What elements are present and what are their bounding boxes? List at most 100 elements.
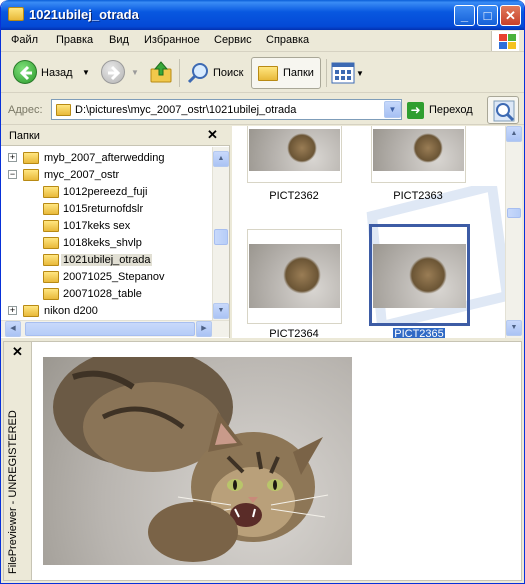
folders-pane-header: Папки ✕ (1, 126, 230, 146)
folder-icon (23, 305, 39, 317)
up-folder-button[interactable] (147, 57, 175, 89)
tree-item-label: 20071025_Stepanov (63, 271, 165, 283)
tree-item-label: 20071028_table (63, 288, 142, 300)
folder-icon (43, 288, 59, 300)
scroll-thumb[interactable] (25, 322, 195, 336)
previewer-label: FilePreviewer - UNREGISTERED (7, 410, 19, 574)
thumbnails-vertical-scrollbar[interactable]: ▲ ▼ (505, 126, 522, 338)
folders-icon (258, 66, 278, 81)
menu-help[interactable]: Справка (266, 34, 309, 46)
folders-pane: Папки ✕ + myb_2007_afterwedding − myc_20… (1, 126, 230, 338)
tree-item-label: nikon d200 (44, 305, 98, 317)
menu-favorites[interactable]: Избранное (144, 34, 200, 46)
expand-icon[interactable]: + (8, 306, 17, 315)
tree-item-label: 1018keks_shvlp (63, 237, 142, 249)
scroll-down-icon[interactable]: ▼ (506, 320, 522, 336)
folder-icon (43, 186, 59, 198)
maximize-button[interactable]: □ (477, 5, 498, 26)
tree-item[interactable]: 1018keks_shvlp (1, 235, 211, 252)
tree-item[interactable]: 20071028_table (1, 286, 211, 303)
address-bar: Адрес: D:\pictures\myc_2007_ostr\1021ubi… (1, 94, 524, 125)
window-title: 1021ubilej_otrada (29, 7, 139, 22)
expand-icon[interactable]: + (8, 153, 17, 162)
tree-item-label: myb_2007_afterwedding (44, 152, 165, 164)
up-folder-icon (150, 61, 172, 83)
search-icon (187, 63, 208, 84)
folders-vertical-scrollbar[interactable]: ▲ ▼ (212, 147, 229, 320)
previewer-side-strip: ✕ FilePreviewer - UNREGISTERED (4, 342, 32, 580)
folder-icon (23, 169, 39, 181)
tree-item[interactable]: + myb_2007_afterwedding (1, 150, 211, 167)
collapse-icon[interactable]: − (8, 170, 17, 179)
minimize-button[interactable]: _ (454, 5, 475, 26)
thumbnail-frame[interactable] (247, 229, 342, 324)
tree-item-label: 1015returnofdslr (63, 203, 144, 215)
back-arrow-icon (13, 60, 37, 84)
close-icon[interactable]: ✕ (207, 127, 218, 143)
address-dropdown-icon[interactable]: ▼ (384, 101, 401, 118)
magnifier-icon (493, 100, 515, 122)
go-button[interactable]: Переход (429, 104, 473, 116)
scroll-thumb[interactable] (214, 229, 228, 245)
tree-item[interactable]: 1017keks sex (1, 218, 211, 235)
scroll-thumb[interactable] (507, 208, 521, 218)
address-label: Адрес: (8, 104, 43, 116)
menu-edit[interactable]: Правка (56, 34, 93, 46)
address-input[interactable]: D:\pictures\myc_2007_ostr\1021ubilej_otr… (51, 99, 402, 120)
forward-dropdown-icon[interactable]: ▼ (131, 68, 139, 77)
thumbnail-frame-selected[interactable] (369, 224, 470, 326)
tree-item-label: 1021ubilej_otrada (61, 254, 153, 266)
title-bar[interactable]: 1021ubilej_otrada _ □ ✕ (1, 0, 524, 30)
thumbnail-label[interactable]: PICT2363 (368, 190, 468, 202)
cat-thumbnail-image (373, 244, 466, 308)
search-button[interactable]: Поиск (185, 57, 247, 89)
views-button[interactable]: ▼ (331, 57, 365, 89)
folder-open-icon (43, 254, 59, 266)
cat-preview-image (43, 357, 352, 565)
folders-horizontal-scrollbar[interactable]: ◀ ▶ (1, 320, 229, 337)
back-label: Назад (41, 67, 73, 79)
back-button[interactable]: Назад ▼ (9, 57, 95, 89)
thumbnail-frame[interactable] (247, 126, 342, 183)
file-previewer-button[interactable] (487, 96, 519, 124)
folders-pane-title: Папки (9, 130, 40, 142)
thumbnail-label[interactable]: PICT2362 (244, 190, 344, 202)
forward-button[interactable]: ▼ (99, 57, 141, 89)
windows-logo-icon (491, 31, 519, 51)
tree-item[interactable]: 1012pereezd_fuji (1, 184, 211, 201)
address-path: D:\pictures\myc_2007_ostr\1021ubilej_otr… (75, 104, 297, 116)
folders-button[interactable]: Папки (251, 57, 321, 89)
preview-pane: ✕ FilePreviewer - UNREGISTERED (3, 341, 522, 581)
menu-tools[interactable]: Сервис (214, 34, 252, 46)
scroll-right-icon[interactable]: ▶ (196, 321, 212, 337)
tree-item-label: myc_2007_ostr (44, 169, 120, 181)
folder-icon (43, 220, 59, 232)
back-dropdown-icon[interactable]: ▼ (82, 68, 90, 77)
tree-item[interactable]: − myc_2007_ostr (1, 167, 211, 184)
views-dropdown-icon[interactable]: ▼ (356, 69, 364, 78)
scroll-left-icon[interactable]: ◀ (5, 321, 21, 337)
menu-file[interactable]: Файл (11, 34, 38, 46)
tree-item-label: 1017keks sex (63, 220, 131, 232)
views-grid-icon (331, 62, 355, 84)
menu-view[interactable]: Вид (109, 34, 129, 46)
scroll-up-icon[interactable]: ▲ (506, 126, 522, 142)
tree-item[interactable]: 1015returnofdslr (1, 201, 211, 218)
tree-item[interactable]: + nikon d200 (1, 303, 211, 320)
tree-item[interactable]: 20071025_Stepanov (1, 269, 211, 286)
scroll-up-icon[interactable]: ▲ (213, 151, 229, 167)
menu-bar: Файл Правка Вид Избранное Сервис Справка (1, 30, 524, 52)
scroll-down-icon[interactable]: ▼ (213, 303, 229, 319)
close-button[interactable]: ✕ (500, 5, 521, 26)
go-arrow-icon[interactable]: ➜ (407, 102, 424, 119)
close-icon[interactable]: ✕ (12, 344, 23, 360)
thumbnail-label[interactable]: PICT2364 (244, 328, 344, 338)
thumbnail-label-selected[interactable]: PICT2365 (369, 328, 469, 338)
tree-item-label: 1012pereezd_fuji (63, 186, 148, 198)
folder-icon (8, 7, 24, 21)
tree-item-selected[interactable]: 1021ubilej_otrada (1, 252, 211, 269)
folders-label: Папки (283, 67, 314, 79)
thumbnail-frame[interactable] (371, 126, 466, 183)
toolbar-separator (326, 59, 327, 87)
toolbar: Назад ▼ ▼ Поиск Папки ▼ (1, 53, 524, 93)
